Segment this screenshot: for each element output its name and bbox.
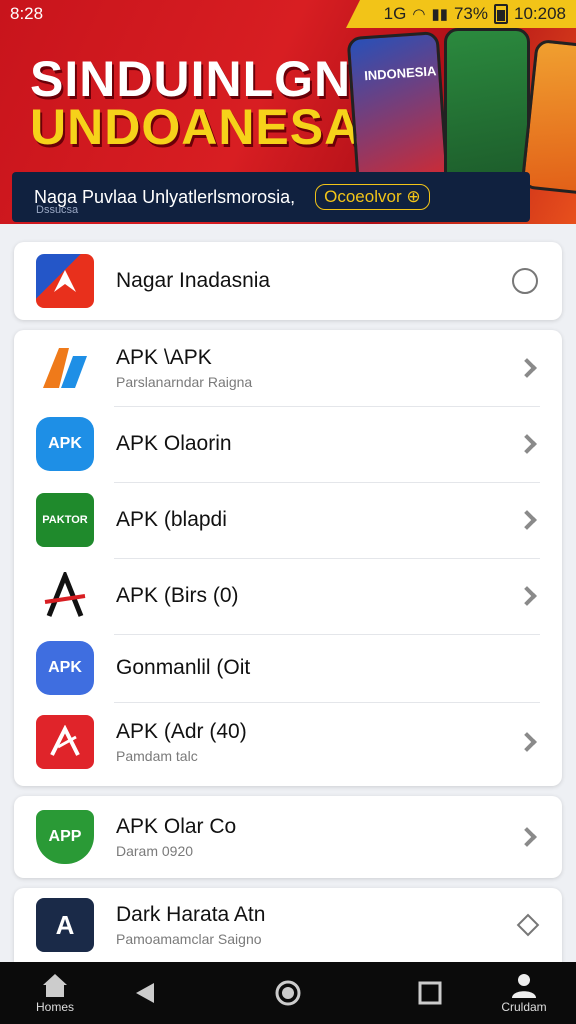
app-subtitle: Pamdam talc <box>116 748 198 764</box>
battery-icon <box>494 4 508 24</box>
app-icon: APK <box>36 417 94 471</box>
app-card[interactable]: A Dark Harata Atn Pamoamamclar Saigno <box>14 888 562 962</box>
app-title: APK Olar Co <box>116 815 237 838</box>
app-icon: A <box>36 898 94 952</box>
chevron-right-icon <box>517 434 537 454</box>
app-icon: APK <box>36 641 94 695</box>
app-list-card: APK \APK Parslanarndar Raigna APK APK Ol… <box>14 330 562 786</box>
user-icon <box>512 974 536 998</box>
banner-subbar: Naga Puvlaa Unlyatlerlsmorosia, Ocoeolvo… <box>12 172 530 222</box>
list-item[interactable]: APK (Birs (0) <box>14 558 562 634</box>
app-logo-icon <box>36 254 94 308</box>
app-icon-label: APP <box>48 828 82 845</box>
app-icon-label: A <box>55 909 75 940</box>
app-subtitle: Pamoamamclar Saigno <box>116 931 262 947</box>
list-item[interactable]: APK Gonmanlil (Oit <box>14 634 562 702</box>
app-title: APK Olaorin <box>116 432 232 455</box>
bottom-navigation: Homes Cruldam <box>0 962 576 1024</box>
app-title: APK \APK <box>116 346 212 369</box>
banner-headline-accent: UNDOANESAN <box>30 99 399 155</box>
chevron-right-icon <box>517 358 537 378</box>
list-item[interactable]: Nagar Inadasnia <box>14 242 562 320</box>
chevron-right-icon <box>517 732 537 752</box>
app-icon-label: PAKTOR <box>42 514 88 526</box>
app-icon <box>36 715 94 769</box>
app-icon-label: APK <box>48 659 82 676</box>
selected-title: Nagar Inadasnia <box>116 269 271 292</box>
selected-card[interactable]: Nagar Inadasnia <box>14 242 562 320</box>
list-item[interactable]: PAKTOR APK (blapdi <box>14 482 562 558</box>
nav-profile-label: Cruldam <box>501 1000 547 1014</box>
battery-percent: 73% <box>453 4 488 23</box>
app-card[interactable]: APP APK Olar Co Daram 0920 <box>14 796 562 878</box>
app-icon <box>36 341 94 395</box>
home-icon <box>43 974 67 997</box>
radio-icon[interactable] <box>512 268 538 294</box>
chevron-right-icon <box>517 510 537 530</box>
nav-recents[interactable] <box>416 962 444 1024</box>
nav-home[interactable]: Homes <box>28 962 82 1024</box>
wifi-icon: ◠ <box>412 6 426 23</box>
list-item[interactable]: APK (Adr (40) Pamdam talc <box>14 702 562 782</box>
list-item[interactable]: APK APK Olaorin <box>14 406 562 482</box>
nav-home-label: Homes <box>35 1000 74 1014</box>
phone-label: INDONESIA <box>363 63 437 84</box>
status-bar: 1G ◠ ▮▮ 73% 10:208 <box>346 0 576 28</box>
list-item[interactable]: A Dark Harata Atn Pamoamamclar Saigno <box>14 888 562 962</box>
signal-icon: ▮▮ <box>431 6 448 23</box>
chevron-right-icon <box>517 586 537 606</box>
app-icon <box>36 569 94 623</box>
phone-image <box>444 28 530 190</box>
app-title: APK (Birs (0) <box>116 584 239 607</box>
clock: 10:208 <box>514 4 566 23</box>
list-item[interactable]: APP APK Olar Co Daram 0920 <box>14 796 562 878</box>
network-label: 1G <box>383 4 407 23</box>
app-title: APK (blapdi <box>116 508 227 531</box>
app-subtitle: Daram 0920 <box>116 843 194 859</box>
circle-home-icon <box>275 980 301 1006</box>
app-title: Gonmanlil (Oit <box>116 656 251 679</box>
banner-code-button[interactable]: Ocoeolvor ⊕ <box>315 184 430 210</box>
app-subtitle: Parslanarndar Raigna <box>116 374 253 390</box>
back-icon <box>136 983 154 1003</box>
app-title: APK (Adr (40) <box>116 720 247 743</box>
nav-back[interactable] <box>130 962 160 1024</box>
nav-profile[interactable]: Cruldam <box>494 962 554 1024</box>
promo-banner[interactable]: 8:28 1G ◠ ▮▮ 73% 10:208 SINDUINLGNN UNDO… <box>0 0 576 224</box>
app-icon: PAKTOR <box>36 493 94 547</box>
diamond-icon[interactable] <box>516 913 540 937</box>
status-left-text: 8:28 <box>10 4 44 23</box>
app-icon-label: APK <box>48 435 82 452</box>
banner-small-text: Dssucsa <box>36 204 79 216</box>
chevron-right-icon <box>517 827 537 847</box>
list-item[interactable]: APK \APK Parslanarndar Raigna <box>14 330 562 406</box>
recents-icon <box>418 981 442 1005</box>
app-title: Dark Harata Atn <box>116 903 266 926</box>
nav-home-circle[interactable] <box>272 962 304 1024</box>
app-icon: APP <box>36 810 94 864</box>
